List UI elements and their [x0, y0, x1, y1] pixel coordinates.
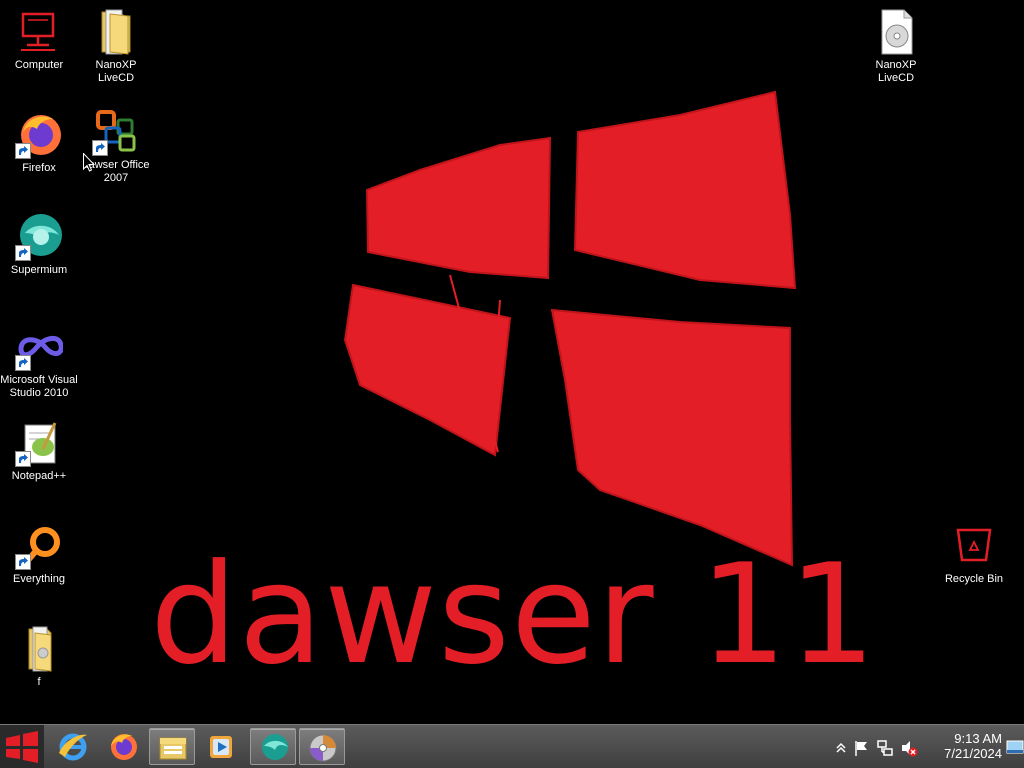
media-player-icon	[210, 736, 232, 758]
show-desktop-icon[interactable]	[1006, 737, 1024, 757]
desktop-icon-supermium[interactable]: Supermium	[0, 213, 78, 277]
folder-icon	[92, 8, 140, 56]
supermium-icon	[262, 734, 288, 760]
network-icon[interactable]	[876, 739, 894, 757]
taskbar-file-explorer[interactable]	[149, 728, 195, 765]
shortcut-arrow-icon	[15, 554, 31, 570]
disc-file-icon	[872, 8, 920, 56]
taskbar-disc-burner[interactable]	[299, 728, 345, 765]
taskbar-clock[interactable]: 9:13 AM 7/21/2024	[922, 731, 1002, 761]
shortcut-arrow-icon	[15, 245, 31, 261]
notepadpp-icon	[15, 419, 63, 467]
office-icon	[92, 108, 140, 156]
desktop-icon-everything[interactable]: Everything	[0, 522, 78, 586]
start-button[interactable]	[0, 725, 44, 768]
everything-icon	[15, 522, 63, 570]
shortcut-arrow-icon	[15, 355, 31, 371]
disc-burner-icon	[309, 734, 337, 762]
firefox-icon	[15, 111, 63, 159]
desktop-icon-nanoxp-iso[interactable]: NanoXP LiveCD	[857, 8, 935, 85]
shortcut-arrow-icon	[15, 143, 31, 159]
desktop-icon-notepadpp[interactable]: Notepad++	[0, 419, 78, 483]
file-explorer-icon	[159, 737, 187, 760]
computer-icon	[15, 8, 63, 56]
recycle-bin-icon	[950, 522, 998, 570]
internet-explorer-icon	[59, 733, 87, 761]
desktop-icon-computer[interactable]: Computer	[0, 8, 78, 72]
action-center-flag-icon[interactable]	[852, 739, 870, 757]
desktop[interactable]: dawser 11 Computer NanoXP LiveCD NanoXP …	[0, 0, 1024, 724]
desktop-icon-office[interactable]: dawser Office 2007	[77, 108, 155, 185]
clock-time: 9:13 AM	[954, 731, 1002, 746]
supermium-icon	[15, 213, 63, 261]
taskbar: 9:13 AM 7/21/2024	[0, 724, 1024, 768]
volume-muted-icon[interactable]	[900, 739, 918, 757]
wallpaper-text: dawser 11	[150, 534, 878, 695]
shortcut-arrow-icon	[15, 451, 31, 467]
show-hidden-icons-chevron[interactable]	[832, 739, 850, 757]
taskbar-media-player[interactable]	[198, 728, 244, 765]
desktop-icon-recycle-bin[interactable]: Recycle Bin	[935, 522, 1013, 586]
desktop-icon-visual-studio[interactable]: Microsoft Visual Studio 2010	[0, 323, 78, 400]
firefox-icon	[111, 734, 137, 760]
visual-studio-icon	[15, 323, 64, 371]
desktop-icon-f-folder[interactable]: f	[0, 625, 78, 689]
mouse-cursor-icon	[83, 153, 95, 172]
desktop-icon-firefox[interactable]: Firefox	[0, 111, 78, 175]
folder-icon	[15, 625, 63, 673]
clock-date: 7/21/2024	[944, 746, 1002, 761]
start-logo-icon	[6, 731, 38, 763]
taskbar-supermium[interactable]	[250, 728, 296, 765]
taskbar-firefox[interactable]	[100, 728, 146, 765]
desktop-icon-nanoxp-folder[interactable]: NanoXP LiveCD	[77, 8, 155, 85]
system-tray: 9:13 AM 7/21/2024	[830, 729, 1024, 765]
taskbar-internet-explorer[interactable]	[50, 728, 96, 765]
